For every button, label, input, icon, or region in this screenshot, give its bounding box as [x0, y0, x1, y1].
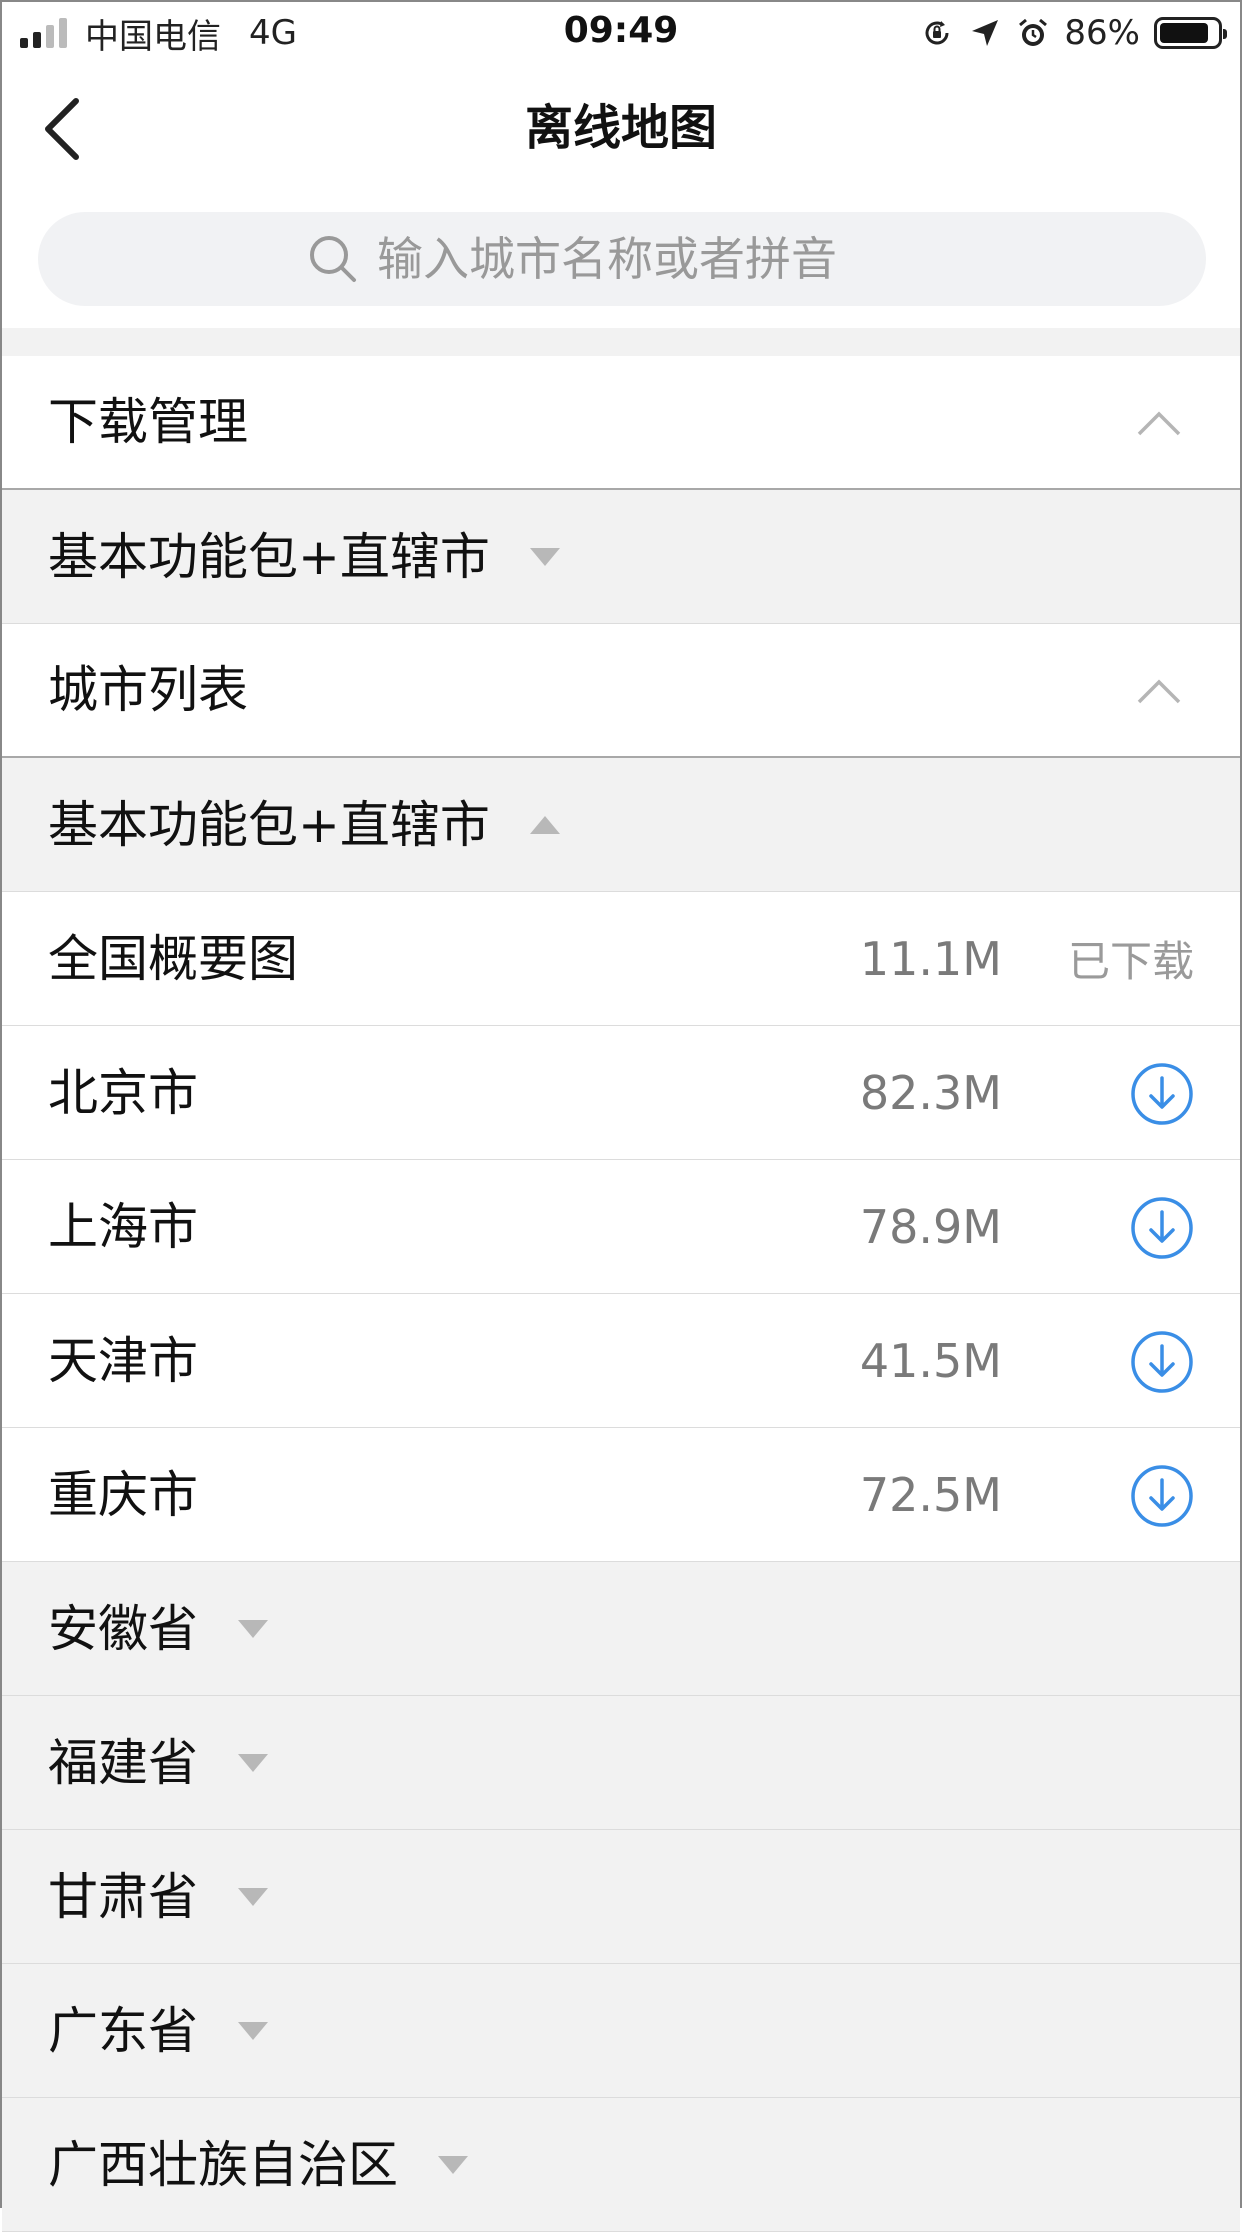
orientation-lock-icon: [920, 16, 954, 50]
province-row[interactable]: 广东省: [2, 1964, 1240, 2098]
caret-down-icon: [238, 1887, 268, 1906]
city-name: 全国概要图: [48, 929, 298, 988]
list-item[interactable]: 全国概要图 11.1M 已下载: [2, 892, 1240, 1026]
group-label: 基本功能包+直辖市: [48, 795, 490, 854]
location-icon: [968, 16, 1002, 50]
status-right: 86%: [920, 10, 1227, 56]
province-row[interactable]: 甘肃省: [2, 1830, 1240, 1964]
battery-icon: [1154, 17, 1227, 49]
city-name: 北京市: [48, 1063, 198, 1122]
nav-bar: 离线地图: [2, 64, 1240, 194]
chevron-up-icon[interactable]: [1134, 400, 1184, 446]
list-item[interactable]: 北京市 82.3M: [2, 1026, 1240, 1160]
search-bar[interactable]: [38, 212, 1206, 306]
province-name: 甘肃省: [48, 1867, 198, 1926]
package-size: 78.9M: [859, 1199, 1002, 1254]
caret-down-icon: [238, 1753, 268, 1772]
list-item[interactable]: 天津市 41.5M: [2, 1294, 1240, 1428]
city-name: 天津市: [48, 1331, 198, 1390]
province-name: 广东省: [48, 2001, 198, 2060]
group-label: 基本功能包+直辖市: [48, 527, 490, 586]
download-group-row[interactable]: 基本功能包+直辖市: [2, 490, 1240, 624]
caret-down-icon: [529, 547, 560, 566]
battery-percent: 86%: [1064, 13, 1140, 53]
download-icon[interactable]: [1130, 1464, 1194, 1528]
city-list-header[interactable]: 城市列表: [2, 624, 1240, 758]
city-group-row[interactable]: 基本功能包+直辖市: [2, 758, 1240, 892]
city-name: 重庆市: [48, 1465, 198, 1524]
page-title: 离线地图: [524, 100, 717, 156]
province-row[interactable]: 广西壮族自治区: [2, 2098, 1240, 2232]
province-name: 广西壮族自治区: [48, 2135, 398, 2194]
package-size: 82.3M: [859, 1065, 1002, 1120]
caret-up-icon: [529, 815, 560, 834]
search-input[interactable]: [375, 231, 939, 287]
section-title: 城市列表: [48, 661, 248, 719]
package-size: 11.1M: [859, 931, 1002, 986]
province-row[interactable]: 福建省: [2, 1696, 1240, 1830]
status-bar: 中国电信 4G 09:49 86%: [2, 2, 1240, 64]
download-management-header[interactable]: 下载管理: [2, 356, 1240, 490]
download-icon[interactable]: [1130, 1330, 1194, 1394]
caret-down-icon: [238, 2021, 268, 2040]
list-item[interactable]: 重庆市 72.5M: [2, 1428, 1240, 1562]
chevron-up-icon[interactable]: [1134, 668, 1184, 714]
package-size: 41.5M: [859, 1333, 1002, 1388]
province-name: 福建省: [48, 1733, 198, 1792]
package-size: 72.5M: [859, 1467, 1002, 1522]
offline-map-list: 下载管理 基本功能包+直辖市 城市列表 基本功能包+直辖市 全国概要图 11.1…: [2, 356, 1240, 2232]
section-gap: [2, 328, 1240, 356]
city-name: 上海市: [48, 1197, 198, 1256]
search-icon: [305, 231, 361, 287]
caret-down-icon: [238, 1619, 268, 1638]
downloaded-status: 已下载: [1067, 937, 1194, 986]
list-item[interactable]: 上海市 78.9M: [2, 1160, 1240, 1294]
alarm-icon: [1016, 16, 1050, 50]
download-icon[interactable]: [1130, 1196, 1194, 1260]
province-name: 安徽省: [48, 1599, 198, 1658]
caret-down-icon: [438, 2155, 468, 2174]
section-title: 下载管理: [48, 393, 248, 451]
download-icon[interactable]: [1130, 1062, 1194, 1126]
province-row[interactable]: 安徽省: [2, 1562, 1240, 1696]
